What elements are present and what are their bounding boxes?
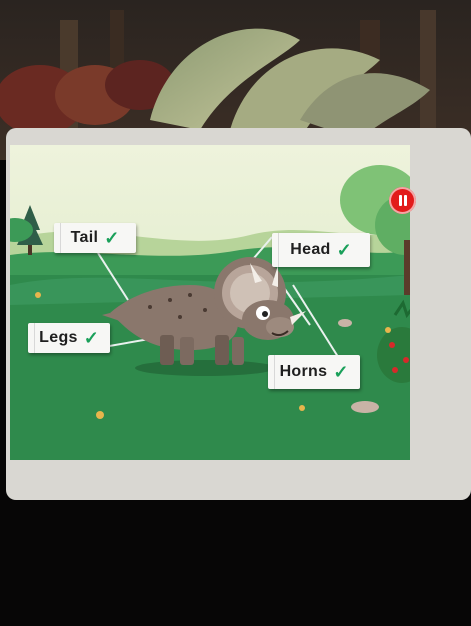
label-horns[interactable]: Horns ✓ (268, 355, 360, 389)
label-legs[interactable]: Legs ✓ (28, 323, 110, 353)
check-icon: ✓ (83, 328, 99, 348)
label-text: Tail (70, 229, 99, 246)
check-icon: ✓ (333, 362, 349, 382)
pause-button[interactable] (389, 187, 416, 214)
label-text: Horns (279, 363, 328, 380)
label-text: Legs (39, 329, 78, 346)
game-scene (10, 145, 410, 460)
label-tail[interactable]: Tail ✓ (54, 223, 136, 253)
game-screen: Tail ✓ Head ✓ Legs ✓ Horns ✓ (10, 145, 410, 460)
label-text: Head (290, 241, 331, 258)
check-icon: ✓ (104, 228, 120, 248)
check-icon: ✓ (336, 240, 352, 260)
label-head[interactable]: Head ✓ (272, 233, 370, 267)
pause-icon-bar (404, 195, 407, 206)
pause-icon (399, 195, 402, 206)
